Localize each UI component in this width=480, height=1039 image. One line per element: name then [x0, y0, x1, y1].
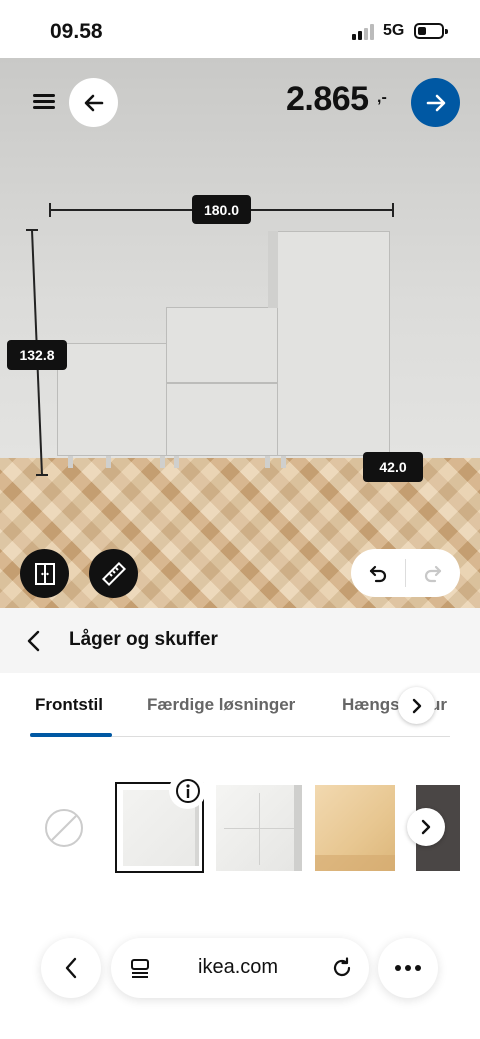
undo-redo-group: [351, 549, 460, 597]
dimension-width-label[interactable]: 180.0: [192, 195, 251, 224]
more-icon: [395, 965, 421, 971]
back-button[interactable]: [69, 78, 118, 127]
dimension-height-label[interactable]: 132.8: [7, 340, 67, 370]
info-icon: [175, 778, 200, 803]
total-price: 2.865: [286, 80, 369, 118]
url-text: ikea.com: [198, 956, 279, 978]
status-bar: 09.58 5G: [0, 0, 480, 58]
next-button[interactable]: [411, 78, 460, 127]
door-toggle-icon: [34, 562, 55, 585]
no-selection-icon: [45, 809, 83, 847]
more-button[interactable]: [378, 938, 438, 998]
tab-frontstil[interactable]: Frontstil: [35, 695, 103, 715]
reload-icon[interactable]: [330, 956, 354, 980]
tabs-scroll-right-button[interactable]: [398, 687, 435, 724]
price-suffix: ,-: [377, 89, 387, 106]
planner-scene[interactable]: 180.0 132.8 42.0: [0, 58, 480, 608]
swatch-birch[interactable]: [315, 785, 395, 871]
browser-back-button[interactable]: [41, 938, 101, 998]
status-time: 09.58: [50, 20, 103, 43]
chevron-right-icon: [412, 698, 421, 713]
dimension-lines: [26, 203, 394, 476]
redo-icon[interactable]: [421, 562, 443, 584]
toggle-doors-button[interactable]: [20, 549, 69, 598]
panel-header: Låger og skuffer: [0, 608, 480, 673]
reader-icon[interactable]: [129, 957, 151, 979]
arrow-right-icon: [426, 94, 445, 111]
swatch-white-panels[interactable]: [216, 785, 302, 871]
dimension-depth-label[interactable]: 42.0: [363, 452, 423, 482]
measurements-button[interactable]: [89, 549, 138, 598]
network-label: 5G: [383, 22, 405, 39]
tab-active-indicator: [30, 733, 112, 737]
info-button[interactable]: [169, 772, 206, 809]
hamburger-icon[interactable]: [33, 94, 55, 110]
battery-icon: [414, 23, 448, 39]
undo-icon[interactable]: [368, 562, 390, 584]
ruler-icon: [101, 561, 126, 586]
chevron-left-icon[interactable]: [26, 630, 42, 652]
arrow-left-icon: [84, 94, 103, 111]
no-selection-swatch[interactable]: [44, 808, 84, 848]
tab-faerdige-loesninger[interactable]: Færdige løsninger: [147, 695, 295, 715]
panel-title: Låger og skuffer: [69, 629, 218, 650]
tab-haengsler[interactable]: Hængs: [342, 695, 400, 715]
chevron-right-icon: [421, 819, 431, 835]
chevron-left-icon: [65, 957, 77, 979]
signal-icon: [352, 24, 374, 40]
swatches-scroll-right-button[interactable]: [407, 808, 445, 846]
